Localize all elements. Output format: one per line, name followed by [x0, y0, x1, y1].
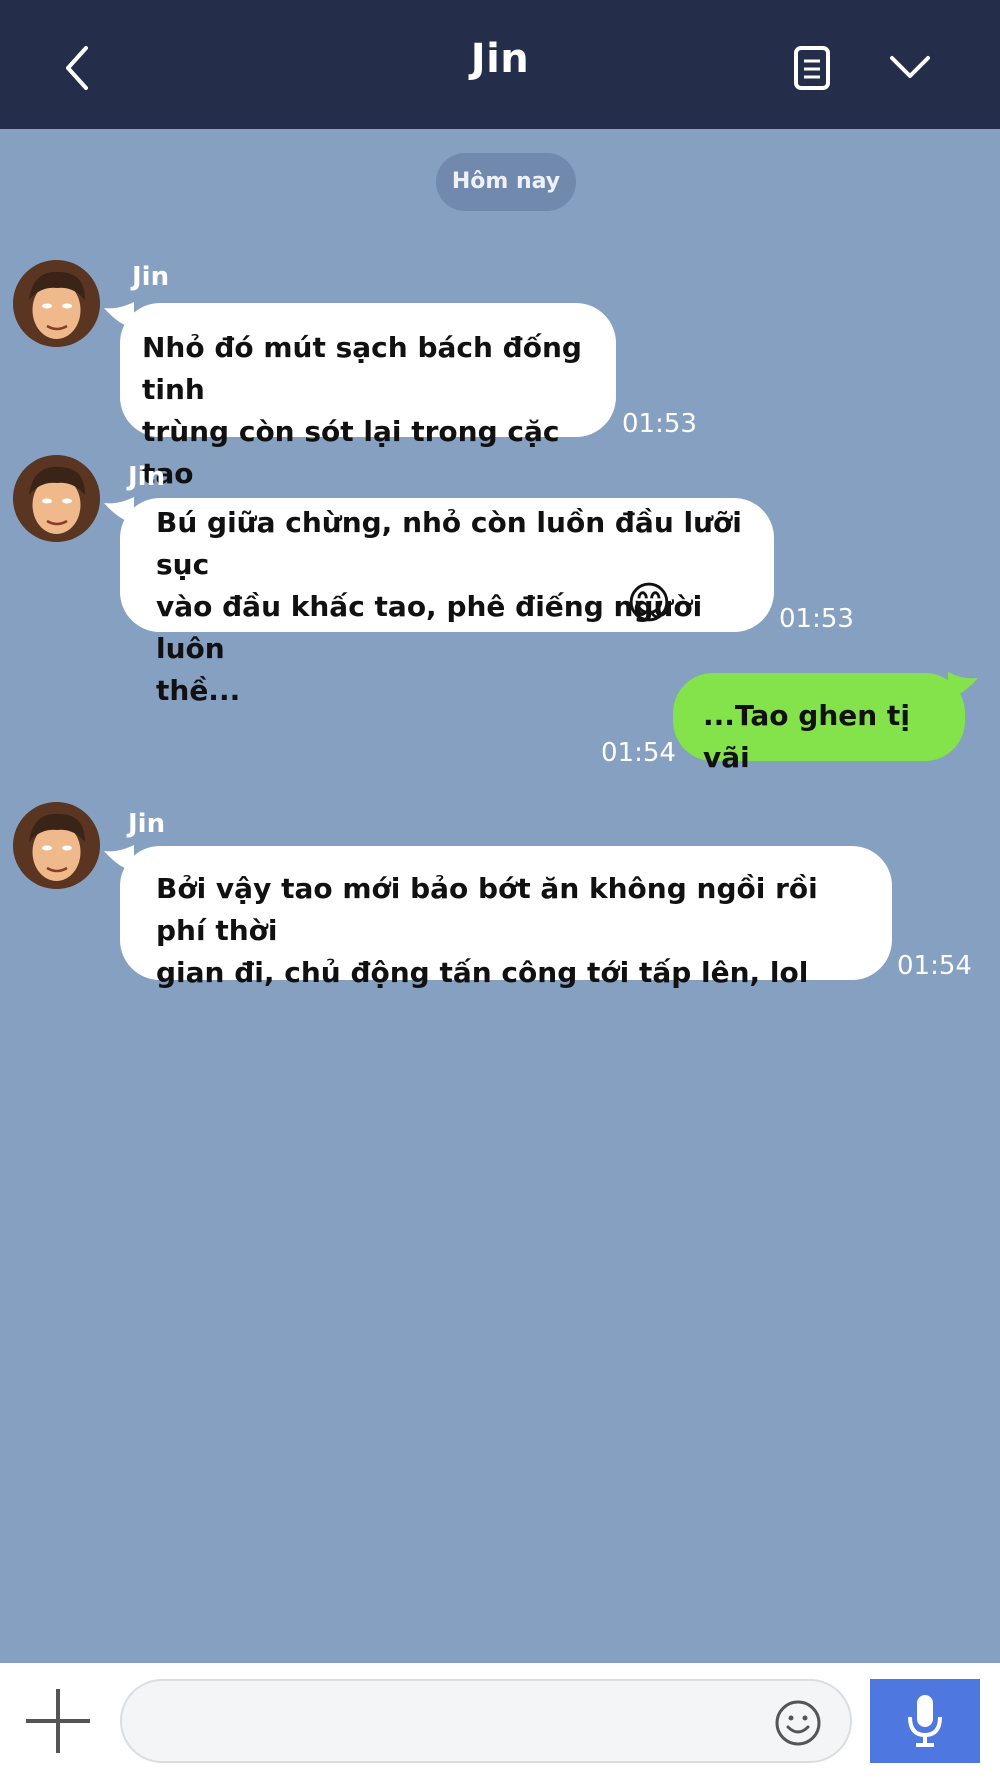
add-plus-icon[interactable]	[24, 1687, 92, 1755]
emoji-yum: 😋	[626, 578, 672, 629]
message-text-line: trùng còn sót lại trong cặc tao	[142, 415, 560, 490]
message-composer	[0, 1663, 1000, 1778]
message-text-line: Bú giữa chừng, nhỏ còn luồn đầu lưỡi sục	[156, 506, 742, 581]
message-text-line: Bởi vậy tao mới bảo bớt ăn không ngồi rồ…	[156, 872, 818, 947]
avatar-face-icon	[13, 802, 100, 889]
avatar-face-icon	[13, 260, 100, 347]
message-text-line: Nhỏ đó mút sạch bách đống tinh	[142, 331, 582, 406]
microphone-button[interactable]	[870, 1679, 980, 1763]
microphone-icon	[908, 1695, 942, 1747]
sender-name: Jin	[128, 809, 166, 839]
notes-document-icon[interactable]	[792, 44, 832, 92]
message-time: 01:53	[779, 604, 854, 634]
sender-name: Jin	[132, 262, 170, 292]
avatar[interactable]	[13, 802, 100, 889]
avatar[interactable]	[13, 455, 100, 542]
emoji-smiley-icon[interactable]	[774, 1699, 822, 1747]
message-bubble[interactable]: Bú giữa chừng, nhỏ còn luồn đầu lưỡi sục…	[120, 498, 774, 707]
date-divider: Hôm nay	[436, 153, 576, 211]
message-bubble[interactable]: Nhỏ đó mút sạch bách đống tinh trùng còn…	[120, 303, 616, 490]
chat-header: Jin	[0, 0, 1000, 129]
avatar-face-icon	[13, 455, 100, 542]
message-input[interactable]	[120, 1679, 852, 1763]
message-text-line: ...Tao ghen tị vãi	[703, 699, 910, 774]
chat-title: Jin	[470, 36, 530, 82]
menu-chevron-down-icon[interactable]	[888, 52, 932, 82]
sender-name: Jin	[128, 462, 166, 492]
message-time: 01:53	[622, 409, 697, 439]
message-time: 01:54	[601, 738, 676, 768]
message-time: 01:54	[897, 951, 972, 981]
message-text-line: gian đi, chủ động tấn công tới tấp lên, …	[156, 956, 809, 989]
message-text-line: thề...	[156, 674, 241, 707]
avatar[interactable]	[13, 260, 100, 347]
message-bubble-outgoing[interactable]: ...Tao ghen tị vãi	[673, 673, 965, 774]
message-bubble[interactable]: Bởi vậy tao mới bảo bớt ăn không ngồi rồ…	[120, 846, 892, 989]
